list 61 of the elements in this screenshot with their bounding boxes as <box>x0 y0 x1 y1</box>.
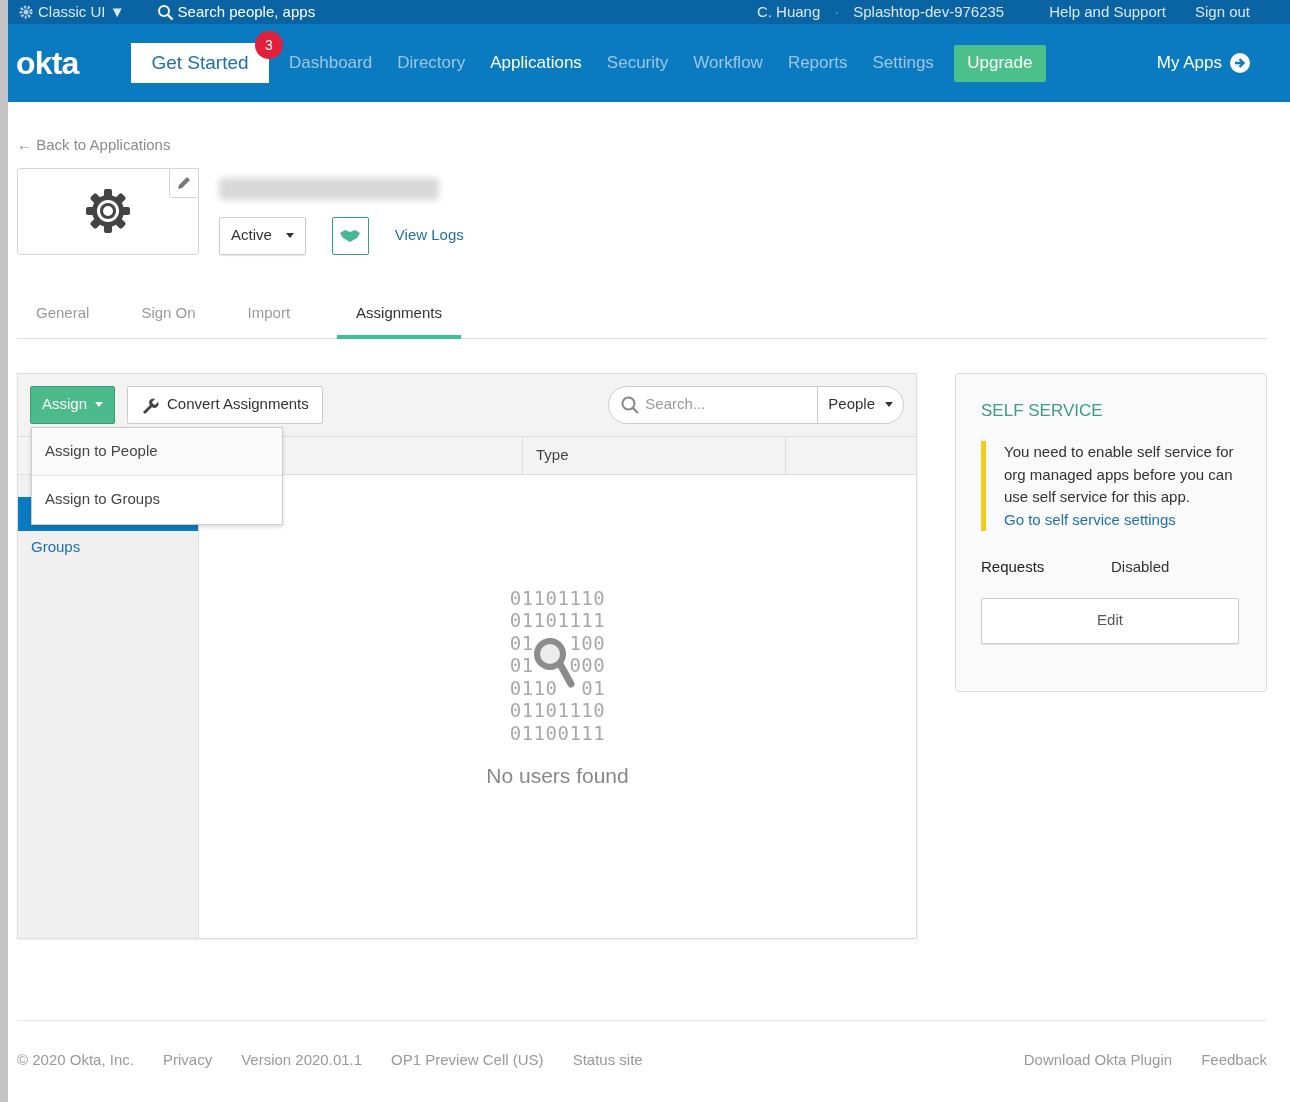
search-icon <box>156 3 174 21</box>
requests-value: Disabled <box>1111 557 1170 577</box>
filter-item[interactable]: Groups <box>18 530 198 565</box>
my-apps-link[interactable]: My Apps <box>1156 50 1250 76</box>
top-link[interactable]: Sign out <box>1194 0 1250 24</box>
caret-icon <box>285 233 294 238</box>
footer-link[interactable]: © 2020 Okta, Inc. <box>17 1048 134 1071</box>
binary-text: 01101111 <box>509 609 606 632</box>
binary-text: 01101110 <box>509 586 606 609</box>
tab[interactable]: Import <box>228 292 310 339</box>
binary-text: 01 100 <box>509 631 606 654</box>
nav-item[interactable]: Applications <box>490 50 582 76</box>
user-name: C. Huang <box>756 1 821 22</box>
menu-item[interactable]: Assign to Groups <box>32 475 282 524</box>
footer-link[interactable]: OP1 Preview Cell (US) <box>391 1048 544 1071</box>
footer-link[interactable]: Feedback <box>1201 1048 1267 1071</box>
section-title: SELF SERVICE <box>981 399 1104 422</box>
settings-link[interactable]: Go to self service settings <box>1004 508 1236 531</box>
search-field[interactable]: Search people, apps <box>177 0 316 24</box>
column-header: Type <box>523 436 786 474</box>
binary-text: 01101110 <box>509 699 606 722</box>
convert-assignments-button[interactable]: Convert Assignments <box>127 385 323 424</box>
empty-message: No users found <box>486 763 629 789</box>
assign-button[interactable]: Assign <box>30 385 116 424</box>
notice-text: You need to enable self service for org managed apps before you can use self service for this app. <box>1004 442 1235 507</box>
top-link[interactable]: Help and Support <box>1049 0 1166 24</box>
caret-icon <box>95 402 104 407</box>
pencil-icon <box>176 174 192 191</box>
binary-text: 01100111 <box>509 721 606 744</box>
nav-item[interactable]: Settings <box>872 50 934 76</box>
upgrade-button[interactable]: Upgrade <box>953 44 1046 82</box>
view-logs-link[interactable]: View Logs <box>394 224 464 247</box>
binary-text: 0110 01 <box>509 676 606 699</box>
tab[interactable]: Sign On <box>122 292 215 339</box>
edit-logo-button[interactable] <box>169 167 199 198</box>
gear-icon <box>85 188 131 234</box>
separator: · <box>834 1 840 22</box>
footer-link[interactable]: Version 2020.01.1 <box>241 1048 363 1071</box>
nav-item[interactable]: Reports <box>787 50 848 76</box>
arrow-right-icon <box>1230 53 1250 73</box>
tab[interactable]: Assignments <box>337 292 461 339</box>
notification-badge: 3 <box>255 31 283 59</box>
edit-button[interactable]: Edit <box>981 597 1239 644</box>
nav-item[interactable]: Directory <box>397 50 466 76</box>
nav-item[interactable]: Security <box>606 50 669 76</box>
status-dropdown[interactable]: Active <box>219 216 306 255</box>
binary-text: 01 000 <box>509 654 606 677</box>
footer-link[interactable]: Privacy <box>162 1048 213 1071</box>
classic-ui-menu[interactable]: Classic UI ▼ <box>38 0 125 24</box>
nav-item[interactable]: Dashboard <box>289 50 373 76</box>
footer-link[interactable]: Download Okta Plugin <box>1023 1048 1173 1071</box>
logo[interactable]: okta <box>16 39 131 87</box>
handshake-button[interactable] <box>331 216 369 255</box>
back-link[interactable]: ← Back to Applications <box>17 134 171 157</box>
menu-item[interactable]: Assign to People <box>32 427 282 476</box>
requests-label: Requests <box>981 557 1046 577</box>
tab[interactable]: General <box>17 292 109 339</box>
settings-icon <box>18 4 34 20</box>
footer-link[interactable]: Status site <box>572 1048 643 1071</box>
org-name: Splashtop-dev-976235 <box>853 1 1005 22</box>
nav-item[interactable]: Workflow <box>693 50 763 76</box>
